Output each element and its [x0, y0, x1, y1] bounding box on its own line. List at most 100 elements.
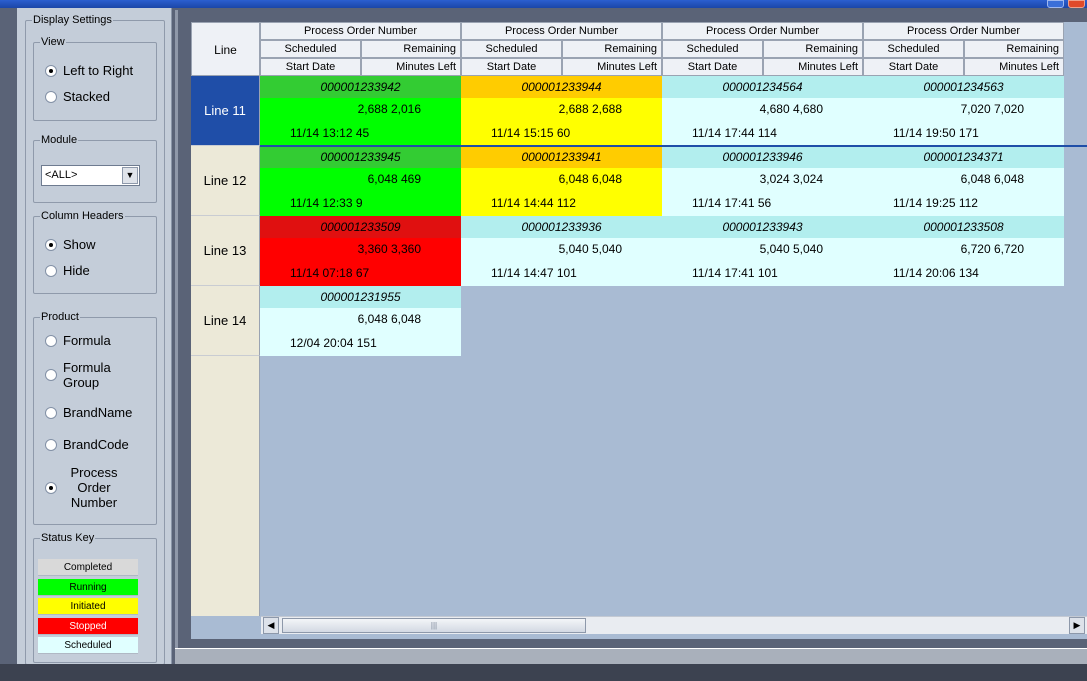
status-key-group: Status Key Completed Running Initiated Stop… [33, 532, 157, 663]
view-stacked-label: Stacked [63, 89, 110, 104]
module-select[interactable]: <ALL> ▼ [41, 165, 140, 186]
column-headers-hide-radio[interactable]: Hide [45, 263, 90, 278]
start-date-minutes-values: 11/14 14:47 101 [491, 266, 577, 280]
order-cell[interactable]: 000001233942 2,688 2,016 11/14 13:12 45 [260, 76, 461, 146]
scrollbar-thumb[interactable]: ||| [282, 618, 586, 633]
start-date-header[interactable]: Start Date [662, 58, 763, 76]
order-cell[interactable]: 000001233941 6,048 6,048 11/14 14:44 112 [461, 146, 662, 216]
product-formula-radio[interactable]: Formula [45, 333, 111, 348]
order-number: 000001233943 [662, 216, 863, 238]
start-date-minutes-values: 11/14 17:44 114 [692, 126, 777, 140]
order-cell[interactable]: 000001233946 3,024 3,024 11/14 17:41 56 [662, 146, 863, 216]
scheduled-remaining-values: 6,048 6,048 [558, 172, 622, 186]
display-settings-title: Display Settings [32, 14, 113, 26]
order-cell[interactable]: 000001234563 7,020 7,020 11/14 19:50 171 [863, 76, 1064, 146]
scheduled-remaining-values: 5,040 5,040 [558, 242, 622, 256]
start-date-minutes-values: 11/14 19:25 112 [893, 196, 978, 210]
scheduled-header[interactable]: Scheduled [461, 40, 562, 58]
start-date-header[interactable]: Start Date [260, 58, 361, 76]
arrow-left-icon[interactable]: ◀ [263, 617, 279, 634]
start-date-header[interactable]: Start Date [461, 58, 562, 76]
start-date-minutes-values: 12/04 20:04 151 [290, 336, 377, 350]
order-cell[interactable]: 000001233943 5,040 5,040 11/14 17:41 101 [662, 216, 863, 286]
product-brandcode-radio[interactable]: BrandCode [45, 437, 129, 452]
taskbar [0, 664, 1087, 681]
order-number: 000001233945 [260, 146, 461, 168]
line-column-header[interactable]: Line [191, 22, 260, 76]
process-order-number-header[interactable]: Process Order Number [260, 22, 461, 40]
splitter[interactable] [175, 10, 178, 648]
remaining-header[interactable]: Remaining [361, 40, 461, 58]
order-number: 000001233942 [260, 76, 461, 98]
order-cell[interactable]: 000001233508 6,720 6,720 11/14 20:06 134 [863, 216, 1064, 286]
minutes-left-header[interactable]: Minutes Left [763, 58, 863, 76]
order-cell[interactable]: 000001231955 6,048 6,048 12/04 20:04 151 [260, 286, 461, 356]
scheduled-remaining-values: 6,048 469 [367, 172, 421, 186]
row-header-line-11[interactable]: Line 11 [191, 76, 260, 146]
selected-row-indicator [260, 145, 1087, 147]
column-headers-hide-label: Hide [63, 263, 90, 278]
column-headers-show-label: Show [63, 237, 96, 252]
order-cell[interactable]: 000001233509 3,360 3,360 11/14 07:18 67 [260, 216, 461, 286]
start-date-header[interactable]: Start Date [863, 58, 964, 76]
scheduled-remaining-values: 5,040 5,040 [759, 242, 823, 256]
remaining-header[interactable]: Remaining [964, 40, 1064, 58]
remaining-header[interactable]: Remaining [763, 40, 863, 58]
start-date-minutes-values: 11/14 17:41 56 [692, 196, 772, 210]
status-key-stopped: Stopped [38, 617, 138, 635]
status-key-title: Status Key [40, 532, 96, 544]
order-number: 000001233936 [461, 216, 662, 238]
order-cell[interactable]: 000001233944 2,688 2,688 11/14 15:15 60 [461, 76, 662, 146]
product-group: Product Formula Formula Group BrandName … [33, 311, 157, 525]
product-brandname-radio[interactable]: BrandName [45, 405, 132, 420]
close-window-button[interactable] [1068, 0, 1085, 8]
remaining-header[interactable]: Remaining [562, 40, 662, 58]
radio-selected-icon [45, 65, 57, 77]
product-formula-group-label: Formula Group [63, 360, 111, 390]
view-left-to-right-label: Left to Right [63, 63, 134, 78]
minutes-left-header[interactable]: Minutes Left [361, 58, 461, 76]
settings-sidebar: Display Settings View Left to Right Stac… [17, 8, 172, 681]
start-date-minutes-values: 11/14 12:33 9 [290, 196, 363, 210]
row-header-line-12[interactable]: Line 12 [191, 146, 260, 216]
order-number: 000001233508 [863, 216, 1064, 238]
maximize-window-button[interactable] [1047, 0, 1064, 8]
window-title-bar [0, 0, 1087, 8]
scheduled-header[interactable]: Scheduled [863, 40, 964, 58]
view-left-to-right-radio[interactable]: Left to Right [45, 63, 133, 78]
order-cell[interactable]: 000001233945 6,048 469 11/14 12:33 9 [260, 146, 461, 216]
module-group: Module <ALL> ▼ [33, 134, 157, 203]
order-cell[interactable]: 000001234564 4,680 4,680 11/14 17:44 114 [662, 76, 863, 146]
order-number: 000001233946 [662, 146, 863, 168]
order-cell[interactable]: 000001233936 5,040 5,040 11/14 14:47 101 [461, 216, 662, 286]
start-date-minutes-values: 11/14 20:06 134 [893, 266, 979, 280]
process-order-number-header[interactable]: Process Order Number [662, 22, 863, 40]
product-title: Product [40, 311, 80, 323]
order-cell[interactable]: 000001234371 6,048 6,048 11/14 19:25 112 [863, 146, 1064, 216]
radio-unselected-icon [45, 91, 57, 103]
product-brandcode-label: BrandCode [63, 437, 129, 452]
column-headers-show-radio[interactable]: Show [45, 237, 96, 252]
view-group: View Left to Right Stacked [33, 36, 157, 121]
arrow-right-icon[interactable]: ▶ [1069, 617, 1085, 634]
order-number: 000001234563 [863, 76, 1064, 98]
view-title: View [40, 36, 66, 48]
scheduled-header[interactable]: Scheduled [662, 40, 763, 58]
minutes-left-header[interactable]: Minutes Left [964, 58, 1064, 76]
status-key-completed: Completed [38, 559, 138, 576]
row-header-line-14[interactable]: Line 14 [191, 286, 260, 356]
row-header-line-13[interactable]: Line 13 [191, 216, 260, 286]
status-key-scheduled: Scheduled [38, 637, 138, 654]
product-formula-group-radio[interactable]: Formula Group [45, 360, 135, 390]
product-process-order-number-radio[interactable]: Process Order Number [45, 465, 125, 510]
process-order-number-header[interactable]: Process Order Number [863, 22, 1064, 40]
process-order-number-header[interactable]: Process Order Number [461, 22, 662, 40]
chevron-down-icon[interactable]: ▼ [122, 167, 138, 184]
minutes-left-header[interactable]: Minutes Left [562, 58, 662, 76]
radio-unselected-icon [45, 335, 57, 347]
start-date-minutes-values: 11/14 07:18 67 [290, 266, 370, 280]
view-stacked-radio[interactable]: Stacked [45, 89, 110, 104]
horizontal-scrollbar[interactable]: ◀ ||| ▶ [261, 616, 1087, 634]
scheduled-header[interactable]: Scheduled [260, 40, 361, 58]
column-headers-title: Column Headers [40, 210, 125, 222]
